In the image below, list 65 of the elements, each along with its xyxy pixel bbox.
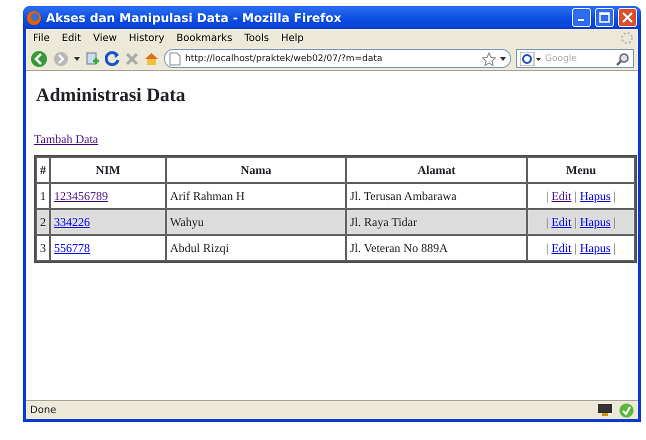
check-icon[interactable] (619, 402, 634, 418)
separator: | (574, 189, 577, 203)
google-icon[interactable] (520, 52, 542, 66)
separator: | (574, 241, 577, 255)
nim-link[interactable]: 334226 (54, 215, 90, 229)
page-icon (169, 52, 181, 66)
action-link[interactable]: Edit (551, 215, 572, 229)
minimize-button[interactable] (572, 8, 591, 27)
nim-link[interactable]: 556778 (54, 241, 90, 255)
dropdown-icon[interactable] (500, 56, 506, 60)
dropdown-icon[interactable] (74, 56, 80, 60)
menu-item[interactable]: Bookmarks (171, 32, 238, 44)
table-cell: 2 (36, 209, 50, 235)
table-cell: Wahyu (166, 209, 346, 235)
star-icon[interactable] (482, 52, 496, 66)
menu-item[interactable]: View (88, 32, 122, 44)
action-link[interactable]: Edit (551, 189, 572, 203)
reload-icon[interactable] (105, 51, 120, 66)
separator: | (546, 189, 548, 203)
back-icon[interactable] (30, 50, 48, 68)
home-icon[interactable] (144, 51, 159, 66)
table-cell: 1 (36, 183, 50, 209)
menu-item[interactable]: File (28, 32, 55, 44)
table-cell: Jl. Raya Tidar (346, 209, 527, 235)
separator: | (574, 215, 577, 229)
action-link[interactable]: Edit (551, 241, 572, 255)
action-link[interactable]: Hapus (580, 241, 611, 255)
table-cell: Jl. Terusan Ambarawa (346, 183, 527, 209)
separator: | (546, 241, 548, 255)
table-cell: Abdul Rizqi (166, 235, 346, 261)
window-title: Akses dan Manipulasi Data - Mozilla Firefox (46, 10, 342, 24)
table-row[interactable]: 2 334226 Wahyu Jl. Raya Tidar | Edit | Hapus | (36, 209, 635, 235)
menu-item[interactable]: Help (276, 32, 309, 44)
column-header: NIM (50, 157, 166, 183)
page-icon[interactable] (85, 51, 100, 66)
status-text: Done (30, 404, 58, 416)
table-row[interactable]: 3 556778 Abdul Rizqi Jl. Veteran No 889A | Edit | Hapus | (36, 235, 635, 261)
close-icon (622, 12, 633, 23)
table-row[interactable]: 1 123456789 Arif Rahman H Jl. Terusan Ambarawa | Edit | Hapus | (36, 183, 635, 209)
separator: | (614, 241, 616, 255)
separator: | (546, 215, 548, 229)
column-header: Nama (166, 157, 346, 183)
action-link[interactable]: Hapus (580, 189, 611, 203)
close-button[interactable] (618, 8, 637, 27)
menu-item[interactable]: Tools (239, 32, 274, 44)
address-bar[interactable]: http://localhost/praktek/web02/07/?m=data (164, 49, 511, 68)
maximize-button[interactable] (595, 8, 614, 27)
firefox-icon (26, 10, 42, 26)
separator: | (614, 189, 616, 203)
table-cell: Jl. Veteran No 889A (346, 235, 527, 261)
column-header: Menu (527, 157, 635, 183)
table-cell: Arif Rahman H (166, 183, 346, 209)
search-icon[interactable] (616, 52, 630, 66)
column-header: Alamat (346, 157, 527, 183)
action-link[interactable]: Hapus (580, 215, 611, 229)
column-header: # (36, 157, 50, 183)
menu-item[interactable]: History (124, 32, 170, 44)
monitor-icon[interactable] (597, 403, 613, 417)
table-cell: 3 (36, 235, 50, 261)
menu-item[interactable]: Edit (56, 32, 86, 44)
maximize-icon (599, 12, 610, 23)
throbber-icon (620, 31, 634, 45)
page-heading: Administrasi Data (36, 85, 186, 107)
add-data-link[interactable]: Tambah Data (34, 132, 98, 146)
separator: | (614, 215, 616, 229)
